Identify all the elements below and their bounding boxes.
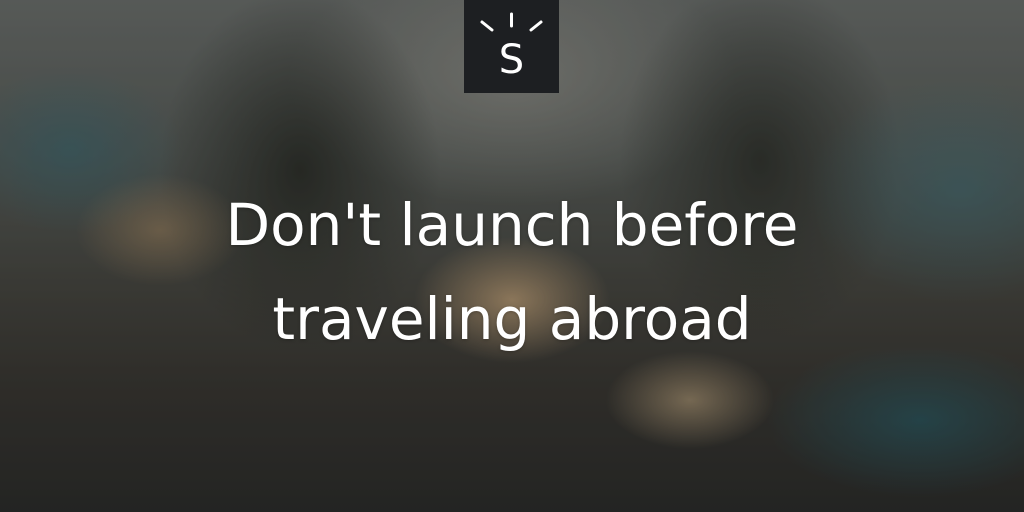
headline: Don't launch before traveling abroad	[112, 178, 912, 366]
logo-badge: S	[464, 0, 559, 93]
banner: S Don't launch before traveling abroad	[0, 0, 1024, 512]
logo-letter: S	[498, 37, 525, 83]
headline-line-1: Don't launch before	[225, 191, 799, 259]
headline-line-2: traveling abroad	[272, 285, 752, 353]
